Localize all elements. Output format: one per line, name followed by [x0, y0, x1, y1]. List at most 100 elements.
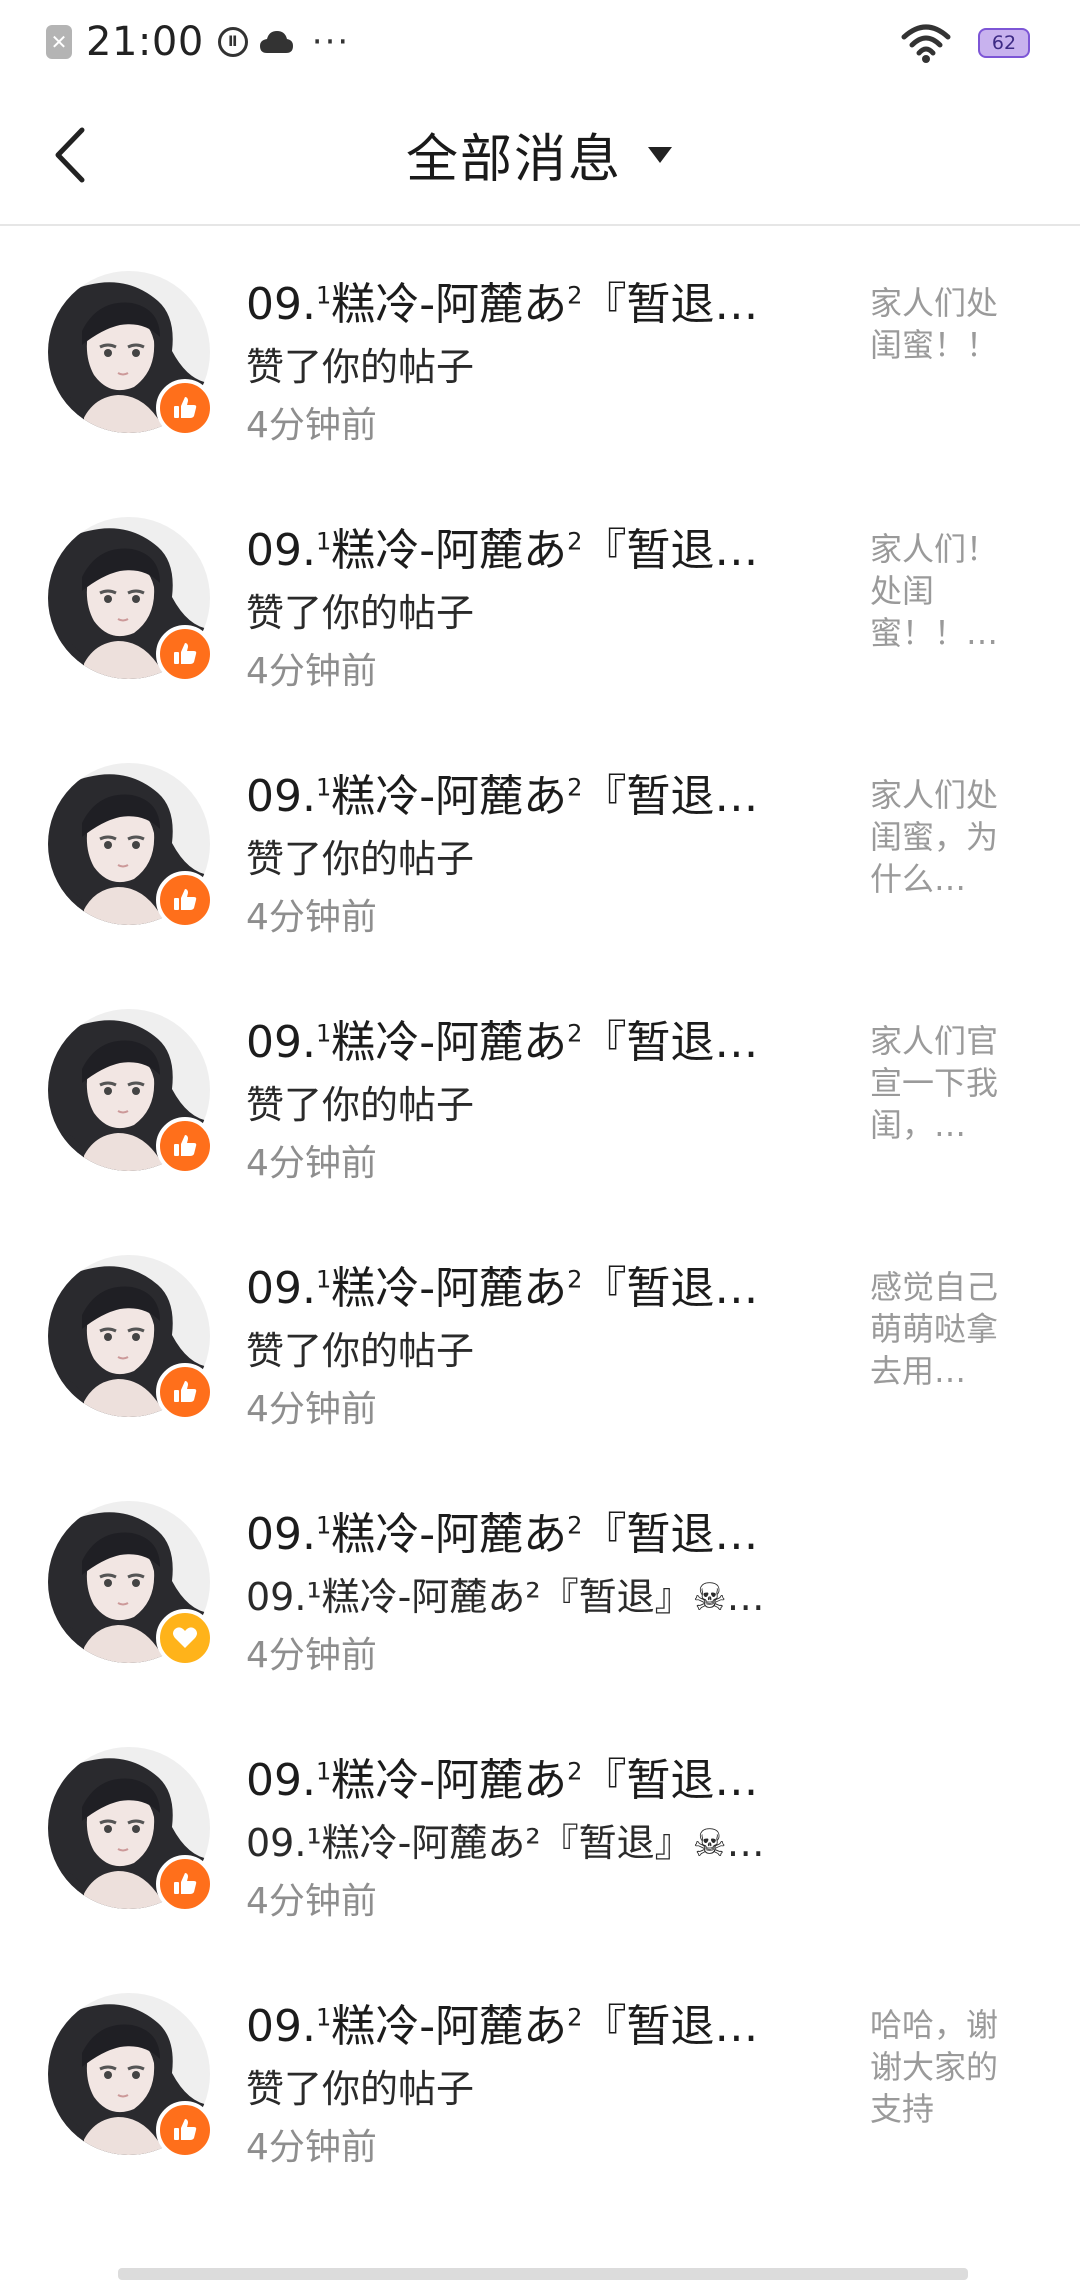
sender-name[interactable]: 09.1糕冷-阿麓あ2『暂退…: [246, 1252, 758, 1316]
sender-name-sup: 1: [315, 527, 332, 556]
sender-name-sup: 2: [567, 281, 583, 310]
clock: 21:00: [86, 19, 204, 65]
sender-name[interactable]: 09.1糕冷-阿麓あ2『暂退…: [246, 1498, 758, 1562]
like-badge-icon: [156, 871, 214, 929]
post-preview[interactable]: 家人们！ 处闺 蜜！！…: [870, 528, 1030, 654]
battery-icon: 62: [978, 28, 1030, 58]
sender-name-sup: 1: [315, 281, 332, 310]
sender-name-part: 糕冷-阿麓あ: [331, 525, 568, 576]
like-badge-icon: [156, 1855, 214, 1913]
message-action: 赞了你的帖子: [246, 591, 475, 635]
message-time: 4分钟前: [246, 405, 377, 446]
message-action: 赞了你的帖子: [246, 837, 475, 881]
sender-name-part: 糕冷-阿麓あ: [331, 1755, 568, 1806]
message-action: 09.¹糕冷-阿麓あ²『暂退』☠…: [246, 1575, 765, 1619]
message-item[interactable]: 09.1糕冷-阿麓あ2『暂退… 赞了你的帖子 4分钟前 哈哈，谢 谢大家的 支持: [0, 1948, 1080, 2194]
sender-name[interactable]: 09.1糕冷-阿麓あ2『暂退…: [246, 1744, 758, 1808]
bottom-indicator: [118, 2268, 968, 2280]
post-preview[interactable]: 家人们处 闺蜜，为 什么…: [870, 774, 1030, 900]
post-preview[interactable]: 家人们官 宣一下我 闺，…: [870, 1020, 1030, 1146]
more-notifications-icon: ···: [311, 22, 351, 62]
sender-name-sup: 1: [315, 2003, 332, 2032]
sender-name-part: 糕冷-阿麓あ: [331, 1017, 568, 1068]
sender-name-sup: 1: [315, 773, 332, 802]
sender-name-part: 糕冷-阿麓あ: [331, 1263, 568, 1314]
message-action: 赞了你的帖子: [246, 2067, 475, 2111]
title-dropdown[interactable]: 全部消息: [0, 84, 1080, 224]
message-item[interactable]: 09.1糕冷-阿麓あ2『暂退… 赞了你的帖子 4分钟前 感觉自己 萌萌哒拿 去用…: [0, 1210, 1080, 1456]
like-badge-icon: [156, 379, 214, 437]
like-badge-icon: [156, 1117, 214, 1175]
top-nav-bar: 全部消息: [0, 84, 1080, 226]
sender-name-part: 09.: [246, 771, 316, 822]
page-title[interactable]: 全部消息: [406, 117, 622, 192]
status-left: ✕ 21:00 Ⅱ ···: [46, 14, 350, 70]
post-preview[interactable]: 感觉自己 萌萌哒拿 去用…: [870, 1266, 1030, 1392]
message-item[interactable]: 09.1糕冷-阿麓あ2『暂退… 09.¹糕冷-阿麓あ²『暂退』☠… 4分钟前: [0, 1702, 1080, 1948]
message-item[interactable]: 09.1糕冷-阿麓あ2『暂退… 09.¹糕冷-阿麓あ²『暂退』☠… 4分钟前: [0, 1456, 1080, 1702]
sender-name-sup: 2: [567, 1265, 583, 1294]
sender-name-sup: 2: [567, 773, 583, 802]
message-action: 赞了你的帖子: [246, 1329, 475, 1373]
message-time: 4分钟前: [246, 651, 377, 692]
sender-name-part: 糕冷-阿麓あ: [331, 771, 568, 822]
sender-name[interactable]: 09.1糕冷-阿麓あ2『暂退…: [246, 1006, 758, 1070]
caret-down-icon[interactable]: [646, 145, 674, 165]
message-item[interactable]: 09.1糕冷-阿麓あ2『暂退… 赞了你的帖子 4分钟前 家人们处 闺蜜，为 什么…: [0, 718, 1080, 964]
sender-name-part: 『暂退…: [582, 1263, 759, 1314]
wifi-icon: [901, 24, 951, 63]
notification-x-icon: ✕: [46, 25, 72, 59]
sender-name-part: 09.: [246, 1509, 316, 1560]
message-item[interactable]: 09.1糕冷-阿麓あ2『暂退… 赞了你的帖子 4分钟前 家人们处 闺蜜！！: [0, 226, 1080, 472]
sender-name-part: 糕冷-阿麓あ: [331, 1509, 568, 1560]
message-time: 4分钟前: [246, 897, 377, 938]
sender-name-part: 『暂退…: [582, 1509, 759, 1560]
sender-name-part: 09.: [246, 525, 316, 576]
sender-name[interactable]: 09.1糕冷-阿麓あ2『暂退…: [246, 268, 758, 332]
sender-name-part: 09.: [246, 279, 316, 330]
sender-name-part: 糕冷-阿麓あ: [331, 279, 568, 330]
sender-name-sup: 2: [567, 1019, 583, 1048]
like-badge-icon: [156, 625, 214, 683]
sender-name-sup: 2: [567, 1757, 583, 1786]
status-right: 62: [900, 18, 1030, 68]
message-item[interactable]: 09.1糕冷-阿麓あ2『暂退… 赞了你的帖子 4分钟前 家人们官 宣一下我 闺，…: [0, 964, 1080, 1210]
message-action: 赞了你的帖子: [246, 345, 475, 389]
sender-name-part: 『暂退…: [582, 525, 759, 576]
message-list[interactable]: 09.1糕冷-阿麓あ2『暂退… 赞了你的帖子 4分钟前 家人们一 起玩儿 吗？首…: [0, 226, 1080, 2280]
sender-name-part: 09.: [246, 1017, 316, 1068]
sender-name-sup: 2: [567, 1511, 583, 1540]
cloud-icon: [259, 31, 293, 53]
sender-name[interactable]: 09.1糕冷-阿麓あ2『暂退…: [246, 760, 758, 824]
sender-name-part: 09.: [246, 1755, 316, 1806]
status-bar: ✕ 21:00 Ⅱ ··· 62: [0, 0, 1080, 84]
sender-name-sup: 1: [315, 1019, 332, 1048]
sender-name-sup: 1: [315, 1265, 332, 1294]
post-preview[interactable]: 哈哈，谢 谢大家的 支持: [870, 2004, 1030, 2130]
message-time: 4分钟前: [246, 1143, 377, 1184]
sender-name-sup: 2: [567, 527, 583, 556]
sender-name-part: 『暂退…: [582, 1017, 759, 1068]
sender-name-part: 09.: [246, 2001, 316, 2052]
sender-name-part: 『暂退…: [582, 2001, 759, 2052]
sender-name[interactable]: 09.1糕冷-阿麓あ2『暂退…: [246, 514, 758, 578]
sender-name[interactable]: 09.1糕冷-阿麓あ2『暂退…: [246, 1990, 758, 2054]
message-action: 09.¹糕冷-阿麓あ²『暂退』☠…: [246, 1821, 765, 1865]
circled-number-icon: Ⅱ: [217, 27, 248, 57]
sender-name-sup: 1: [315, 1511, 332, 1540]
sender-name-part: 『暂退…: [582, 1755, 759, 1806]
message-time: 4分钟前: [246, 1881, 377, 1922]
like-badge-icon: [156, 2101, 214, 2159]
message-time: 4分钟前: [246, 1389, 377, 1430]
sender-name-sup: 1: [315, 1757, 332, 1786]
post-preview[interactable]: 家人们处 闺蜜！！: [870, 282, 1030, 366]
heart-badge-icon: [156, 1609, 214, 1667]
sender-name-part: 糕冷-阿麓あ: [331, 2001, 568, 2052]
message-list-inner: 09.1糕冷-阿麓あ2『暂退… 赞了你的帖子 4分钟前 家人们一 起玩儿 吗？首…: [0, 226, 1080, 2194]
sender-name-part: 『暂退…: [582, 771, 759, 822]
message-time: 4分钟前: [246, 1635, 377, 1676]
sender-name-part: 『暂退…: [582, 279, 759, 330]
like-badge-icon: [156, 1363, 214, 1421]
message-time: 4分钟前: [246, 2127, 377, 2168]
message-item[interactable]: 09.1糕冷-阿麓あ2『暂退… 赞了你的帖子 4分钟前 家人们！ 处闺 蜜！！…: [0, 472, 1080, 718]
